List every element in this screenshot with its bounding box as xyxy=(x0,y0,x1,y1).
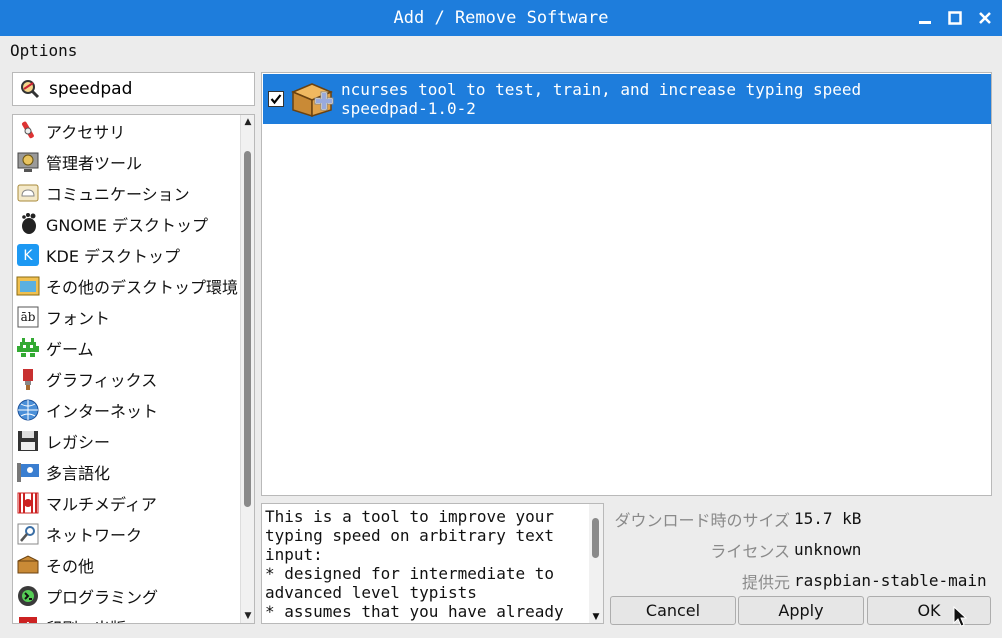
category-scrollbar[interactable]: ▲ ▼ xyxy=(240,115,254,623)
source-label: 提供元 xyxy=(741,572,790,592)
games-icon xyxy=(16,336,40,360)
category-item[interactable]: その他 xyxy=(13,549,241,580)
source-value: raspbian-stable-main xyxy=(794,571,987,590)
description-scrollbar[interactable]: ▼ xyxy=(589,504,603,623)
legacy-icon xyxy=(16,429,40,453)
license-label: ライセンス xyxy=(710,541,790,561)
minimize-icon xyxy=(919,21,931,24)
category-item[interactable]: āb フォント xyxy=(13,301,241,332)
other-icon xyxy=(16,553,40,577)
package-details: ダウンロード時のサイズ 15.7 kB ライセンス unknown 提供元 ra… xyxy=(610,503,995,596)
category-label: グラフィックス xyxy=(46,370,158,390)
title-bar: Add / Remove Software xyxy=(0,0,1002,36)
maximize-icon xyxy=(948,11,962,25)
category-item[interactable]: インターネット xyxy=(13,394,241,425)
category-item[interactable]: コミュニケーション xyxy=(13,177,241,208)
graphics-icon xyxy=(16,367,40,391)
internet-icon xyxy=(16,398,40,422)
description-box[interactable]: This is a tool to improve your typing sp… xyxy=(261,503,604,624)
download-size-label: ダウンロード時のサイズ xyxy=(614,510,790,530)
communication-icon xyxy=(16,181,40,205)
scroll-down-icon[interactable]: ▼ xyxy=(589,612,603,622)
category-item[interactable]: グラフィックス xyxy=(13,363,241,394)
menu-bar: Options xyxy=(0,36,1002,64)
category-item[interactable]: レガシー xyxy=(13,425,241,456)
svg-text:āb: āb xyxy=(21,310,36,324)
category-label: その他 xyxy=(46,556,95,576)
maximize-button[interactable] xyxy=(944,7,966,29)
category-label: 印刷・出版 xyxy=(46,615,126,624)
category-label: マルチメディア xyxy=(46,494,157,514)
ok-button[interactable]: OK xyxy=(867,596,991,625)
category-label: プログラミング xyxy=(46,587,159,607)
category-item[interactable]: K KDE デスクトップ xyxy=(13,239,241,270)
package-add-icon xyxy=(291,83,334,118)
package-summary: ncurses tool to test, train, and increas… xyxy=(341,80,862,99)
category-label: 管理者ツール xyxy=(46,153,143,173)
package-list: ncurses tool to test, train, and increas… xyxy=(261,72,992,496)
category-item[interactable]: GNOME デスクトップ xyxy=(13,208,241,239)
close-icon xyxy=(979,12,991,24)
package-name: speedpad-1.0-2 xyxy=(341,99,476,118)
package-checkbox[interactable] xyxy=(268,91,284,107)
category-item[interactable]: ネットワーク xyxy=(13,518,241,549)
license-value: unknown xyxy=(794,540,862,559)
category-label: その他のデスクトップ環境 xyxy=(46,277,239,297)
package-row[interactable]: ncurses tool to test, train, and increas… xyxy=(263,74,991,124)
checkmark-icon xyxy=(270,94,282,105)
description-scrollbar-thumb[interactable] xyxy=(592,518,599,558)
svg-text:K: K xyxy=(23,248,33,264)
admin-tools-icon xyxy=(16,150,40,174)
programming-icon xyxy=(16,584,40,608)
scroll-down-icon[interactable]: ▼ xyxy=(241,609,254,623)
category-list: アクセサリ管理者ツールコミュニケーション GNOME デスクトップ K KDE デスク… xyxy=(12,114,255,624)
network-icon xyxy=(16,522,40,546)
search-input[interactable] xyxy=(49,79,249,99)
category-item[interactable]: プログラミング xyxy=(13,580,241,611)
category-label: フォント xyxy=(46,308,111,328)
gnome-icon xyxy=(16,212,40,236)
category-label: アクセサリ xyxy=(46,122,126,142)
category-item[interactable]: ゲーム xyxy=(13,332,241,363)
fonts-icon: āb xyxy=(16,305,40,329)
apply-button[interactable]: Apply xyxy=(738,596,864,625)
category-label: インターネット xyxy=(46,401,159,421)
category-item[interactable]: 管理者ツール xyxy=(13,146,241,177)
category-label: KDE デスクトップ xyxy=(46,246,181,266)
category-label: GNOME デスクトップ xyxy=(46,215,208,235)
minimize-button[interactable] xyxy=(914,7,936,29)
localization-icon xyxy=(16,460,40,484)
other-desktop-icon xyxy=(16,274,40,298)
svg-text:A: A xyxy=(24,621,33,625)
scrollbar-thumb[interactable] xyxy=(244,151,251,507)
mouse-pointer-icon xyxy=(953,606,967,627)
category-label: ゲーム xyxy=(46,339,94,359)
download-size-value: 15.7 kB xyxy=(794,509,862,528)
window-title: Add / Remove Software xyxy=(393,8,609,28)
window-controls xyxy=(914,0,996,36)
category-item[interactable]: A 印刷・出版 xyxy=(13,611,241,625)
category-label: レガシー xyxy=(46,432,111,452)
category-label: コミュニケーション xyxy=(46,184,190,204)
scroll-up-icon[interactable]: ▲ xyxy=(241,115,254,129)
category-label: ネットワーク xyxy=(46,525,143,545)
search-box[interactable] xyxy=(12,72,255,106)
multimedia-icon xyxy=(16,491,40,515)
close-button[interactable] xyxy=(974,7,996,29)
category-item[interactable]: アクセサリ xyxy=(13,115,241,146)
options-menu[interactable]: Options xyxy=(10,41,77,60)
category-items: アクセサリ管理者ツールコミュニケーション GNOME デスクトップ K KDE デスク… xyxy=(13,115,241,625)
package-description: This is a tool to improve your typing sp… xyxy=(265,507,564,621)
accessories-icon xyxy=(16,119,40,143)
search-icon xyxy=(21,80,40,99)
category-item[interactable]: 多言語化 xyxy=(13,456,241,487)
category-item[interactable]: マルチメディア xyxy=(13,487,241,518)
kde-icon: K xyxy=(16,243,40,267)
publishing-icon: A xyxy=(16,615,40,625)
category-label: 多言語化 xyxy=(46,463,111,483)
cancel-button[interactable]: Cancel xyxy=(610,596,736,625)
category-item[interactable]: その他のデスクトップ環境 xyxy=(13,270,241,301)
